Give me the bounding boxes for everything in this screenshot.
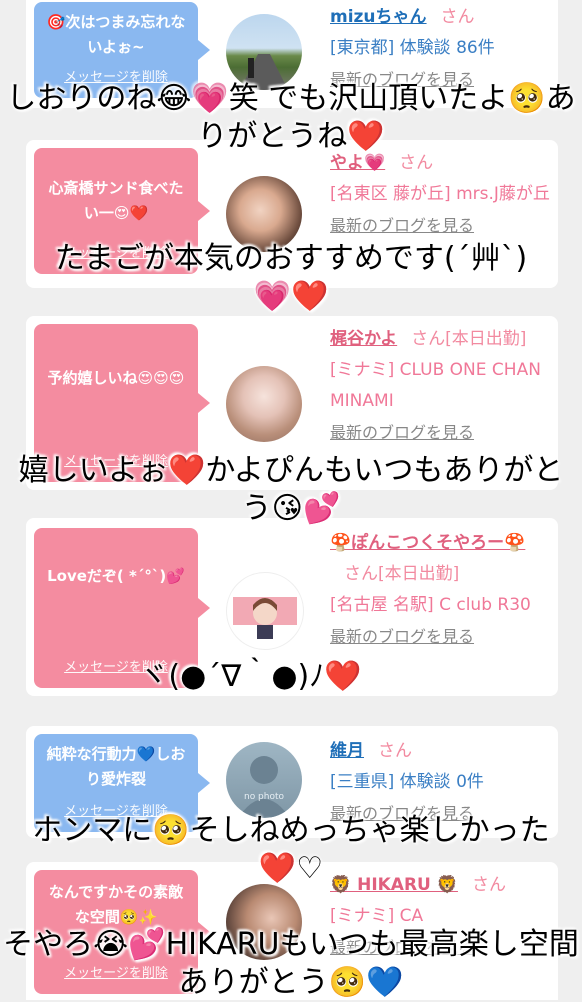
no-photo-label: no photo	[243, 792, 285, 802]
honorific: さん	[399, 153, 434, 173]
user-info: 🍄ぽんこつくそやろー🍄さん[本日出勤] [名古屋 名駅] C club R30 …	[330, 528, 554, 652]
message-text: 予約嬉しいね😍😍😍	[47, 369, 185, 387]
user-meta: [ミナミ] CLUB ONE CHAN MINAMI	[330, 360, 541, 411]
honorific: さん[本日出勤]	[344, 564, 460, 584]
user-name-link[interactable]: mizuちゃん	[330, 7, 427, 27]
user-name-link[interactable]: 梶谷かよ	[330, 329, 397, 349]
avatar[interactable]	[226, 14, 302, 90]
blog-link[interactable]: 最新のブログを見る	[330, 417, 554, 448]
user-name-link[interactable]: やよ💗	[330, 153, 385, 173]
reply-caption: しおりのね😂💗笑 でも沢山頂いたよ🥺ありがとうね❤️	[6, 81, 576, 154]
user-name-link[interactable]: 🍄ぽんこつくそやろー🍄	[330, 533, 525, 553]
avatar[interactable]: no photo	[226, 742, 302, 818]
user-meta: [東京都] 体験談 86件	[330, 38, 495, 58]
road-landscape-icon	[240, 54, 288, 90]
blog-link[interactable]: 最新のブログを見る	[330, 210, 554, 241]
user-name-link[interactable]: 維月	[330, 741, 364, 761]
reply-caption: ヾ(●´∇｀●)ﾉ❤️	[138, 659, 362, 694]
avatar[interactable]	[226, 572, 304, 650]
user-meta: [名東区 藤が丘] mrs.J藤が丘	[330, 184, 550, 204]
honorific: さん	[440, 7, 475, 27]
user-meta: [三重県] 体験談 0件	[330, 772, 484, 792]
reply-caption: そやろ😭💕HIKARUもいつも最高楽し空間ありがとう🥺💙	[3, 927, 579, 1000]
user-meta: [名古屋 名駅] C club R30	[330, 595, 531, 615]
blog-link[interactable]: 最新のブログを見る	[330, 621, 554, 652]
message-text: 心斎橋サンド食べたい一😍❤️	[48, 179, 184, 222]
honorific: さん[本日出勤]	[411, 329, 527, 349]
reply-caption: たまごが本気のおすすめです(´艸`)💗❤️	[54, 241, 528, 314]
message-text: 純粋な行動力💙しおり愛炸裂	[46, 745, 186, 788]
illustration-icon	[233, 597, 297, 639]
reply-caption: ホンマに🥺そしねめっちゃ楽しかった❤️♡	[32, 813, 550, 886]
reply-caption: 嬉しいよぉ❤️かよぴんもいつもありがとう😘💕	[18, 453, 564, 526]
user-info: やよ💗 さん [名東区 藤が丘] mrs.J藤が丘 最新のブログを見る	[330, 148, 554, 241]
person-silhouette-icon	[238, 756, 290, 818]
message-text: 🎯次はつまみ忘れないよぉ~	[46, 13, 186, 56]
user-info: 梶谷かよ さん[本日出勤] [ミナミ] CLUB ONE CHAN MINAMI …	[330, 324, 554, 448]
honorific: さん	[378, 741, 412, 761]
message-text: Loveだぞ( *´°`)💕	[47, 567, 185, 585]
avatar[interactable]	[226, 366, 302, 442]
